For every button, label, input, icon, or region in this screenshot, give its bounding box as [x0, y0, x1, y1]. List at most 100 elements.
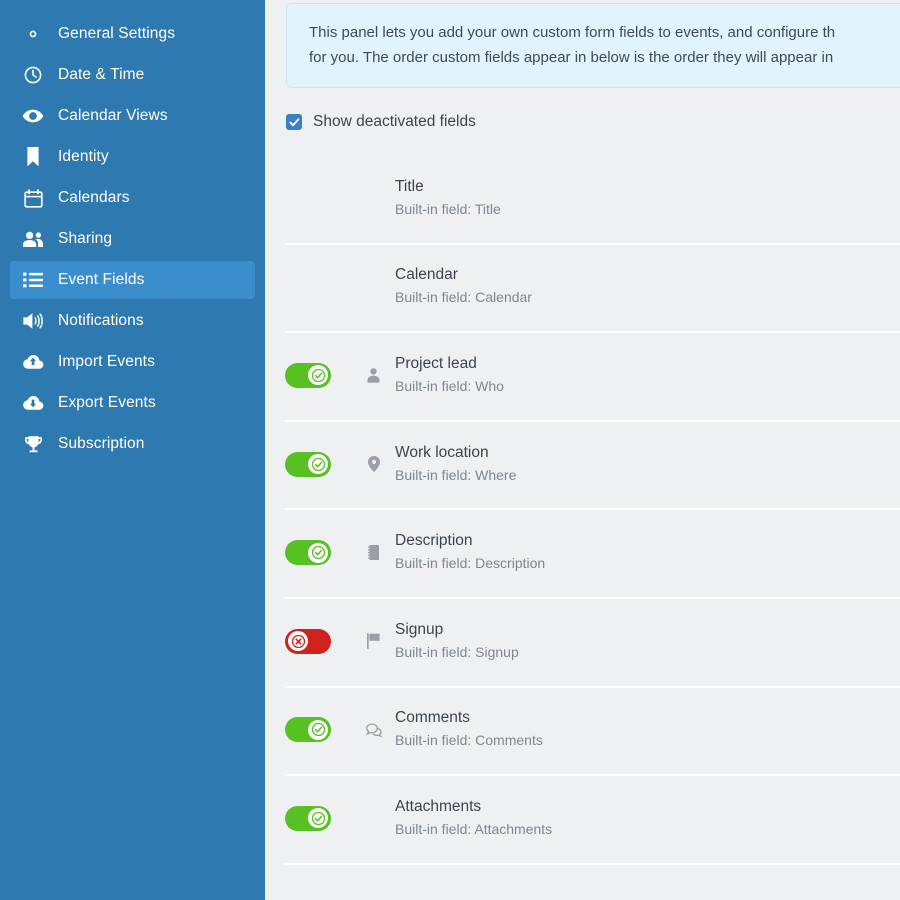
field-row-comments: Comments Built-in field: Comments [265, 685, 900, 775]
field-row-title: Title Built-in field: Title [265, 154, 900, 243]
toggle-knob [308, 719, 328, 740]
sidebar-item-label: Notifications [58, 312, 144, 329]
sidebar-nav: General Settings Date & Time Calendar View… [0, 0, 265, 900]
settings-page: General Settings Date & Time Calendar View… [0, 0, 900, 900]
sidebar-item-subscription[interactable]: Subscription [10, 425, 255, 463]
trophy-icon [20, 435, 46, 454]
sidebar-item-label: Calendar Views [58, 107, 168, 124]
field-row-description: Description Built-in field: Description [265, 508, 900, 597]
toggle-knob [308, 365, 328, 386]
sidebar-item-import-events[interactable]: Import Events [10, 343, 255, 381]
field-name: Comments [395, 709, 470, 727]
field-icon-cell [361, 723, 386, 737]
show-deactivated-fields-row[interactable]: Show deactivated fields [286, 113, 476, 131]
field-text: Project lead Built-in field: Who [395, 354, 504, 397]
field-toggle-signup[interactable] [285, 628, 331, 654]
speaker-icon [20, 312, 46, 330]
field-toggle-work-location[interactable] [285, 451, 331, 477]
field-text: Work location Built-in field: Where [395, 443, 516, 486]
eye-icon [20, 108, 46, 124]
event-fields-content: This panel lets you add your own custom … [265, 0, 900, 900]
sidebar-item-label: Identity [58, 148, 109, 165]
list-icon [20, 272, 46, 288]
clock-icon [20, 65, 46, 85]
field-icon-cell [361, 633, 386, 650]
field-subtitle: Built-in field: Attachments [395, 820, 553, 837]
field-subtitle: Built-in field: Who [395, 377, 504, 394]
field-subtitle: Built-in field: Comments [395, 732, 543, 749]
speech-bubble-icon [365, 723, 382, 737]
toggle-knob [308, 808, 328, 829]
sidebar-item-label: Import Events [58, 353, 155, 370]
field-text: Title Built-in field: Title [395, 177, 501, 220]
info-panel-line-2: for you. The order custom fields appear … [309, 49, 834, 66]
sidebar-item-identity[interactable]: Identity [10, 138, 255, 176]
field-text: Attachments Built-in field: Attachments [395, 797, 552, 840]
field-name: Description [395, 532, 473, 550]
show-deactivated-fields-label: Show deactivated fields [313, 113, 476, 130]
field-name: Title [395, 177, 424, 195]
sidebar-item-label: General Settings [58, 25, 176, 42]
sidebar-item-label: Export Events [58, 394, 156, 411]
field-row-attachments: Attachments Built-in field: Attachments [265, 774, 900, 863]
sidebar-item-label: Calendars [58, 189, 130, 206]
field-row-calendar: Calendar Built-in field: Calendar [265, 242, 900, 332]
field-subtitle: Built-in field: Title [395, 200, 501, 217]
field-name: Attachments [395, 797, 482, 815]
field-toggle-cell [265, 540, 361, 566]
toggle-knob [308, 542, 328, 563]
field-subtitle: Built-in field: Where [395, 466, 517, 483]
field-name: Signup [395, 620, 444, 638]
field-row-signup: Signup Built-in field: Signup [265, 596, 900, 686]
gear-icon [20, 24, 46, 44]
users-icon [20, 231, 46, 248]
sidebar-item-sharing[interactable]: Sharing [10, 220, 255, 258]
field-name: Project lead [395, 354, 477, 372]
field-toggle-cell [265, 805, 361, 831]
person-icon [367, 368, 380, 383]
toggle-knob [288, 631, 308, 652]
map-pin-icon [367, 456, 380, 473]
field-text: Description Built-in field: Description [395, 531, 545, 574]
sidebar-item-calendar-views[interactable]: Calendar Views [10, 97, 255, 135]
notepad-icon [368, 545, 379, 561]
cloud-download-icon [20, 395, 46, 412]
toggle-knob [308, 454, 328, 475]
field-icon-cell [361, 368, 386, 383]
sidebar-item-date-time[interactable]: Date & Time [10, 56, 255, 94]
field-toggle-cell [265, 451, 361, 477]
sidebar-item-notifications[interactable]: Notifications [10, 302, 255, 340]
info-panel: This panel lets you add your own custom … [286, 3, 900, 88]
field-toggle-project-lead[interactable] [285, 362, 331, 388]
field-icon-cell [361, 545, 386, 561]
sidebar-item-general-settings[interactable]: General Settings [10, 15, 255, 53]
calendar-icon [20, 188, 46, 208]
field-toggle-description[interactable] [285, 540, 331, 566]
field-subtitle: Built-in field: Signup [395, 643, 519, 660]
sidebar-item-event-fields[interactable]: Event Fields [10, 261, 255, 299]
show-deactivated-fields-checkbox[interactable] [286, 114, 302, 130]
info-panel-line-1: This panel lets you add your own custom … [309, 24, 836, 41]
field-name: Calendar [395, 266, 458, 284]
field-toggle-cell [265, 628, 361, 654]
field-toggle-cell [265, 362, 361, 388]
field-icon-cell [361, 456, 386, 473]
field-text: Comments Built-in field: Comments [395, 708, 543, 751]
field-toggle-cell [265, 717, 361, 743]
sidebar-item-label: Event Fields [58, 271, 145, 288]
sidebar-item-label: Sharing [58, 230, 113, 247]
field-toggle-attachments[interactable] [285, 805, 331, 831]
sidebar-item-label: Date & Time [58, 66, 145, 83]
flag-icon [367, 633, 380, 650]
field-text: Calendar Built-in field: Calendar [395, 265, 532, 308]
sidebar-item-label: Subscription [58, 435, 145, 452]
field-row-work-location: Work location Built-in field: Where [265, 419, 900, 509]
field-text: Signup Built-in field: Signup [395, 620, 519, 663]
field-name: Work location [395, 443, 489, 461]
field-toggle-comments[interactable] [285, 717, 331, 743]
field-row-project-lead: Project lead Built-in field: Who [265, 331, 900, 420]
event-fields-list: Title Built-in field: Title Calendar Built-… [265, 154, 900, 865]
sidebar-item-export-events[interactable]: Export Events [10, 384, 255, 422]
field-subtitle: Built-in field: Description [395, 555, 546, 572]
sidebar-item-calendars[interactable]: Calendars [10, 179, 255, 217]
